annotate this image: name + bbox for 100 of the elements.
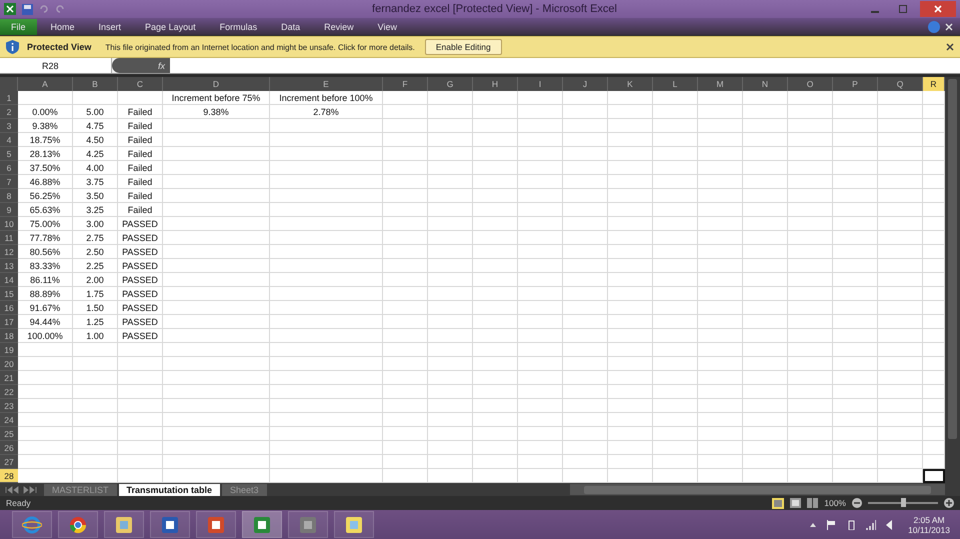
row-header[interactable]: 1 xyxy=(0,91,18,105)
calculator-taskbar-button[interactable] xyxy=(288,511,328,538)
row-header[interactable]: 10 xyxy=(0,217,18,231)
normal-view-icon[interactable] xyxy=(772,498,784,508)
row-header[interactable]: 11 xyxy=(0,231,18,245)
sheet-tab[interactable]: MASTERLIST xyxy=(44,484,117,496)
column-header[interactable]: E xyxy=(270,77,383,91)
row-header[interactable]: 14 xyxy=(0,273,18,287)
speaker-icon[interactable] xyxy=(886,520,892,530)
table-cell: PASSED xyxy=(118,245,163,259)
row-header[interactable]: 24 xyxy=(0,413,18,427)
row-header[interactable]: 23 xyxy=(0,399,18,413)
ribbon-tab[interactable]: Page Layout xyxy=(135,19,206,35)
flag-icon[interactable] xyxy=(826,520,836,530)
row-header[interactable]: 15 xyxy=(0,287,18,301)
notes-taskbar-button[interactable] xyxy=(334,511,374,538)
zoom-in-icon[interactable] xyxy=(944,498,954,508)
table-cell: 80.56% xyxy=(18,245,73,259)
row-header[interactable]: 3 xyxy=(0,119,18,133)
battery-icon[interactable] xyxy=(846,520,856,530)
save-icon[interactable] xyxy=(22,4,33,14)
row-header[interactable]: 2 xyxy=(0,105,18,119)
table-cell: 9.38% xyxy=(18,119,73,133)
row-header[interactable]: 22 xyxy=(0,385,18,399)
row-header[interactable]: 4 xyxy=(0,133,18,147)
column-header[interactable]: P xyxy=(833,77,878,91)
enable-editing-button[interactable]: Enable Editing xyxy=(424,39,502,55)
select-all-corner[interactable] xyxy=(0,77,18,91)
sheet-tab[interactable]: Sheet3 xyxy=(222,484,267,496)
table-cell: 65.63% xyxy=(18,203,73,217)
browser-taskbar-button[interactable] xyxy=(12,511,52,538)
column-header[interactable]: M xyxy=(698,77,743,91)
ribbon-tab[interactable]: Home xyxy=(40,19,85,35)
row-header[interactable]: 28 xyxy=(0,469,18,483)
undo-icon[interactable] xyxy=(39,4,49,14)
word-taskbar-button[interactable] xyxy=(150,511,190,538)
column-header[interactable]: C xyxy=(118,77,163,91)
row-header[interactable]: 25 xyxy=(0,427,18,441)
page-break-icon[interactable] xyxy=(807,498,818,508)
row-header[interactable]: 9 xyxy=(0,203,18,217)
table-cell: 5.00 xyxy=(73,105,118,119)
row-header[interactable]: 7 xyxy=(0,175,18,189)
row-header[interactable]: 12 xyxy=(0,245,18,259)
column-header[interactable]: D xyxy=(163,77,270,91)
vertical-scrollbar[interactable] xyxy=(945,77,960,483)
file-tab[interactable]: File xyxy=(0,19,37,35)
column-header[interactable]: K xyxy=(608,77,653,91)
sheet-tab[interactable]: Transmutation table xyxy=(118,484,220,496)
column-header[interactable]: J xyxy=(563,77,608,91)
row-header[interactable]: 8 xyxy=(0,189,18,203)
horizontal-scrollbar[interactable] xyxy=(570,484,945,495)
row-header[interactable]: 27 xyxy=(0,455,18,469)
clock[interactable]: 2:05 AM 10/11/2013 xyxy=(898,514,960,534)
ribbon-tab[interactable]: Data xyxy=(271,19,310,35)
row-header[interactable]: 6 xyxy=(0,161,18,175)
page-layout-icon[interactable] xyxy=(790,498,802,508)
ribbon-tab[interactable]: Formulas xyxy=(210,19,268,35)
row-header[interactable]: 17 xyxy=(0,315,18,329)
row-header[interactable]: 16 xyxy=(0,301,18,315)
protected-view-label: Protected View xyxy=(27,42,92,52)
column-header[interactable]: A xyxy=(18,77,73,91)
ribbon-tab[interactable]: View xyxy=(368,19,407,35)
presentation-taskbar-button[interactable] xyxy=(196,511,236,538)
help-icon[interactable] xyxy=(928,21,940,33)
table-cell: Increment before 75% xyxy=(163,91,270,105)
spreadsheet-taskbar-button[interactable] xyxy=(242,511,282,538)
column-header[interactable]: Q xyxy=(878,77,923,91)
column-header[interactable]: G xyxy=(428,77,473,91)
table-cell: PASSED xyxy=(118,259,163,273)
row-header[interactable]: 21 xyxy=(0,371,18,385)
column-header[interactable]: L xyxy=(653,77,698,91)
column-header[interactable]: O xyxy=(788,77,833,91)
clock-date: 10/11/2013 xyxy=(908,524,950,534)
row-header[interactable]: 26 xyxy=(0,441,18,455)
zoom-slider-thumb[interactable] xyxy=(901,498,906,507)
ribbon-tab[interactable]: Insert xyxy=(88,19,132,35)
column-header[interactable]: I xyxy=(518,77,563,91)
row-header[interactable]: 13 xyxy=(0,259,18,273)
signal-icon[interactable] xyxy=(866,520,876,530)
close-icon[interactable] xyxy=(946,43,954,51)
caret-icon[interactable] xyxy=(810,522,816,526)
column-header[interactable]: R xyxy=(923,77,945,91)
row-header[interactable]: 19 xyxy=(0,343,18,357)
zoom-out-icon[interactable] xyxy=(852,498,862,508)
ribbon-tab[interactable]: Review xyxy=(314,19,364,35)
column-header[interactable]: N xyxy=(743,77,788,91)
folder-taskbar-button[interactable] xyxy=(104,511,144,538)
close-button[interactable] xyxy=(920,1,956,17)
spreadsheet-icon xyxy=(252,516,272,534)
column-header[interactable]: F xyxy=(383,77,428,91)
browser-taskbar-button[interactable] xyxy=(58,511,98,538)
column-header[interactable]: H xyxy=(473,77,518,91)
column-header[interactable]: B xyxy=(73,77,118,91)
row-header[interactable]: 5 xyxy=(0,147,18,161)
formula-input[interactable] xyxy=(170,58,960,73)
name-box[interactable]: R28 xyxy=(0,58,112,73)
row-header[interactable]: 18 xyxy=(0,329,18,343)
row-header[interactable]: 20 xyxy=(0,357,18,371)
function-button[interactable]: fx xyxy=(112,58,170,73)
redo-icon[interactable] xyxy=(55,4,65,14)
